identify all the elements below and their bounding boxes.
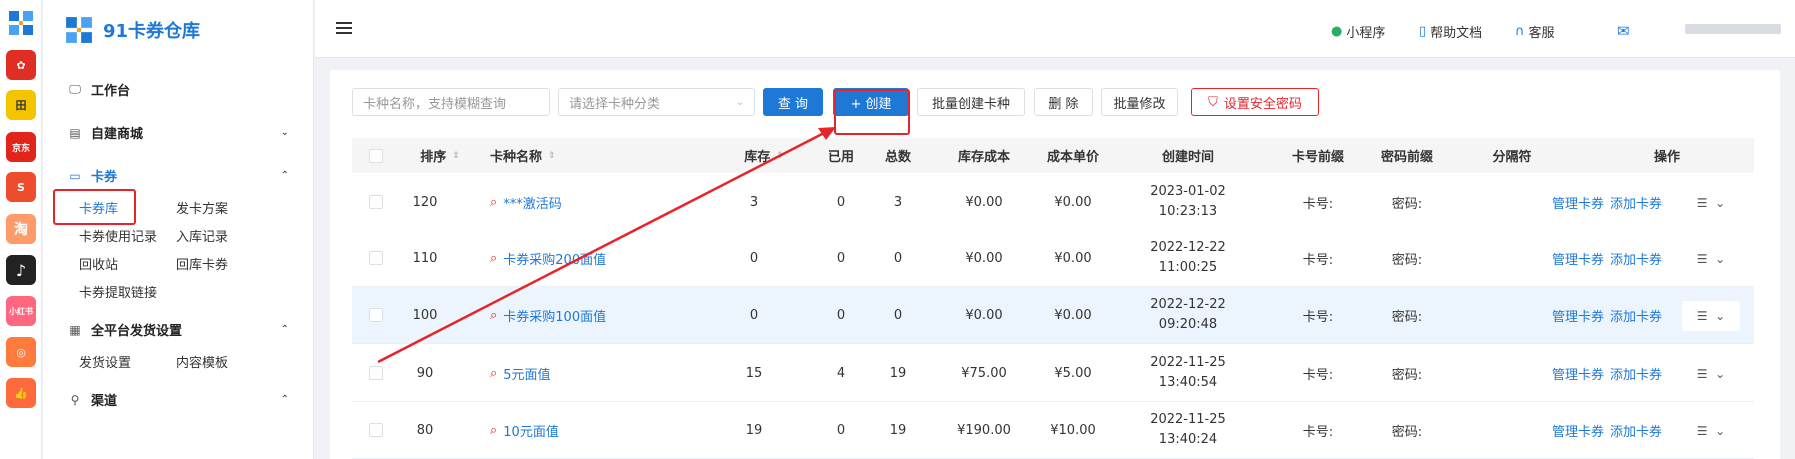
annotation-arrow	[377, 127, 836, 364]
